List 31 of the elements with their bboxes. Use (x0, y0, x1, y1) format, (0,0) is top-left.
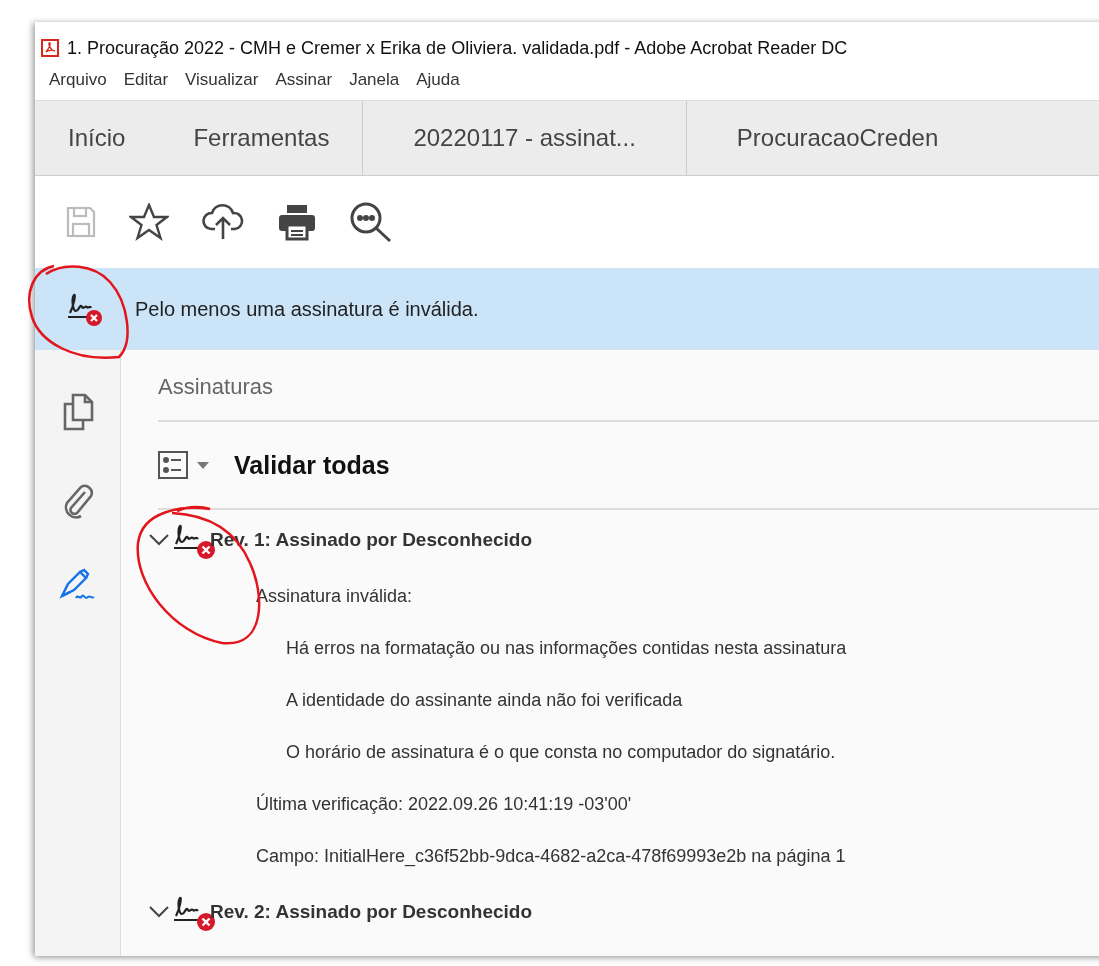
menu-item[interactable]: Janela (349, 70, 400, 100)
signature-detail: Há erros na formatação ou nas informações contidas nesta assinatura (285, 637, 848, 660)
chevron-icon[interactable] (148, 533, 170, 547)
tab[interactable]: Início (35, 101, 161, 175)
signature-detail: A identidade do assinante ainda não foi verificada (285, 689, 684, 712)
tab[interactable]: Ferramentas (160, 101, 363, 175)
tab[interactable]: ProcuracaoCreden (685, 101, 989, 175)
panel-title: Assinaturas (158, 350, 1099, 422)
print-icon[interactable] (277, 203, 317, 241)
signature-title[interactable]: Rev. 2: Assinado por Desconhecido (210, 901, 533, 923)
pdf-icon (41, 39, 59, 57)
alert-message: Pelo menos uma assinatura é inválida. (135, 297, 479, 321)
chevron-icon[interactable] (148, 905, 170, 919)
list-icon (158, 451, 188, 479)
menu-item[interactable]: Arquivo (49, 70, 107, 100)
window-title: 1. Procuração 2022 - CMH e Cremer x Erika de Oliviera. validada.pdf - Adobe Acrobat Reader DC (67, 37, 848, 59)
invalid-signature-icon (66, 291, 104, 327)
cloud-upload-icon[interactable] (201, 203, 245, 241)
caret-icon (196, 460, 210, 470)
star-icon[interactable] (129, 203, 169, 241)
search-icon[interactable] (349, 201, 393, 243)
menu-item[interactable]: Assinar (275, 70, 333, 100)
options-menu-button[interactable] (158, 451, 210, 479)
validate-all-link[interactable]: Validar todas (234, 450, 390, 480)
signature-field-text: Campo: InitialHere_c36f52bb-9dca-4682-a2ca-478f69993e2b na página 1 (256, 845, 847, 869)
last-verified-text: Última verificação: 2022.09.26 10:41:19 -03'00' (256, 792, 633, 816)
signature-detail: O horário de assinatura é o que consta no computador do signatário. (285, 741, 837, 764)
menu-item[interactable]: Ajuda (416, 70, 460, 100)
menu-item[interactable]: Editar (123, 70, 169, 100)
tab[interactable]: 20220117 - assinat... (362, 101, 686, 175)
menu-item[interactable]: Visualizar (185, 70, 259, 100)
